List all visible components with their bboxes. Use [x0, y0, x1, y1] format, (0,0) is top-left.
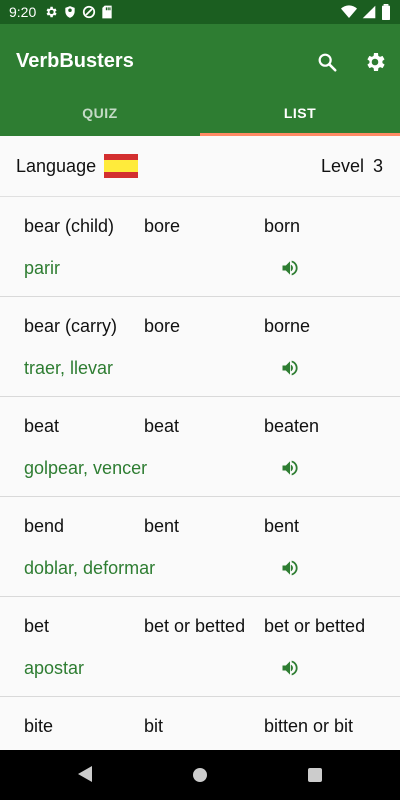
speaker-icon[interactable] — [279, 258, 301, 278]
verb-base: bet — [24, 616, 50, 636]
speaker-icon[interactable] — [279, 458, 301, 478]
level-selector[interactable]: Level 3 — [321, 156, 383, 177]
verb-participle: beaten — [264, 416, 320, 436]
verb-base: bear (carry) — [24, 316, 118, 336]
android-navigation-bar — [0, 750, 400, 800]
verb-translation: apostar — [24, 658, 85, 678]
list-item[interactable]: bite bit bitten or bit — [0, 697, 400, 750]
gear-icon — [367, 53, 385, 71]
notification-icons — [44, 5, 113, 19]
verb-list[interactable]: bear (child) bore born parir bear (carry… — [0, 197, 400, 750]
verb-past: bore — [144, 316, 181, 336]
back-icon[interactable] — [76, 765, 94, 783]
search-button[interactable] — [315, 50, 339, 74]
list-item[interactable]: bear (carry) bore borne traer, llevar — [0, 297, 400, 397]
level-value: 3 — [372, 155, 383, 176]
verb-translation: golpear, vencer — [24, 458, 148, 478]
search-icon — [318, 53, 337, 72]
spain-flag-icon[interactable] — [104, 154, 139, 178]
sd-card-icon — [102, 5, 112, 19]
shield-status-icon — [65, 6, 75, 18]
verb-past: bent — [144, 516, 180, 536]
verb-translation: doblar, deformar — [24, 558, 156, 578]
verb-past: bit — [144, 716, 164, 736]
level-label: Level — [320, 155, 364, 176]
language-level-row: Language Level 3 — [0, 136, 400, 197]
speaker-icon[interactable] — [279, 558, 301, 578]
verb-translation: parir — [24, 258, 61, 278]
tab-list[interactable]: LIST — [200, 90, 400, 136]
speaker-icon[interactable] — [279, 358, 301, 378]
verb-past: bet or betted — [144, 616, 246, 636]
speaker-icon[interactable] — [279, 658, 301, 678]
data-saver-icon — [83, 5, 96, 19]
tab-quiz[interactable]: QUIZ — [0, 90, 200, 136]
wifi-icon — [341, 5, 357, 18]
verb-participle: bent — [264, 516, 300, 536]
list-item[interactable]: bend bent bent doblar, deformar — [0, 497, 400, 597]
verb-past: bore — [144, 216, 181, 236]
tab-bar: QUIZ LIST — [0, 90, 400, 136]
verb-base: bend — [24, 516, 65, 536]
verb-participle: bitten or bit — [264, 716, 354, 736]
settings-gear-status-icon — [46, 6, 57, 18]
status-bar: 9:20 — [0, 0, 400, 24]
list-item[interactable]: beat beat beaten golpear, vencer — [0, 397, 400, 497]
verb-participle: bet or betted — [264, 616, 366, 636]
signal-icon — [362, 5, 376, 19]
app-bar: VerbBusters QUIZ LIST — [0, 24, 400, 136]
verb-past: beat — [144, 416, 180, 436]
system-icons — [341, 4, 391, 20]
app-title: VerbBusters — [16, 50, 134, 72]
list-item[interactable]: bet bet or betted bet or betted apostar — [0, 597, 400, 697]
verb-translation: traer, llevar — [24, 358, 114, 378]
verb-base: beat — [24, 416, 60, 436]
home-icon[interactable] — [192, 767, 208, 783]
verb-base: bear (child) — [24, 216, 115, 236]
settings-button[interactable] — [363, 50, 387, 74]
battery-icon — [382, 4, 390, 20]
language-label: Language — [16, 155, 97, 176]
verb-participle: borne — [264, 316, 311, 336]
verb-base: bite — [24, 716, 54, 736]
status-time: 9:20 — [9, 4, 37, 20]
recent-apps-icon[interactable] — [308, 768, 322, 782]
list-item[interactable]: bear (child) bore born parir — [0, 197, 400, 297]
verb-participle: born — [264, 216, 301, 236]
